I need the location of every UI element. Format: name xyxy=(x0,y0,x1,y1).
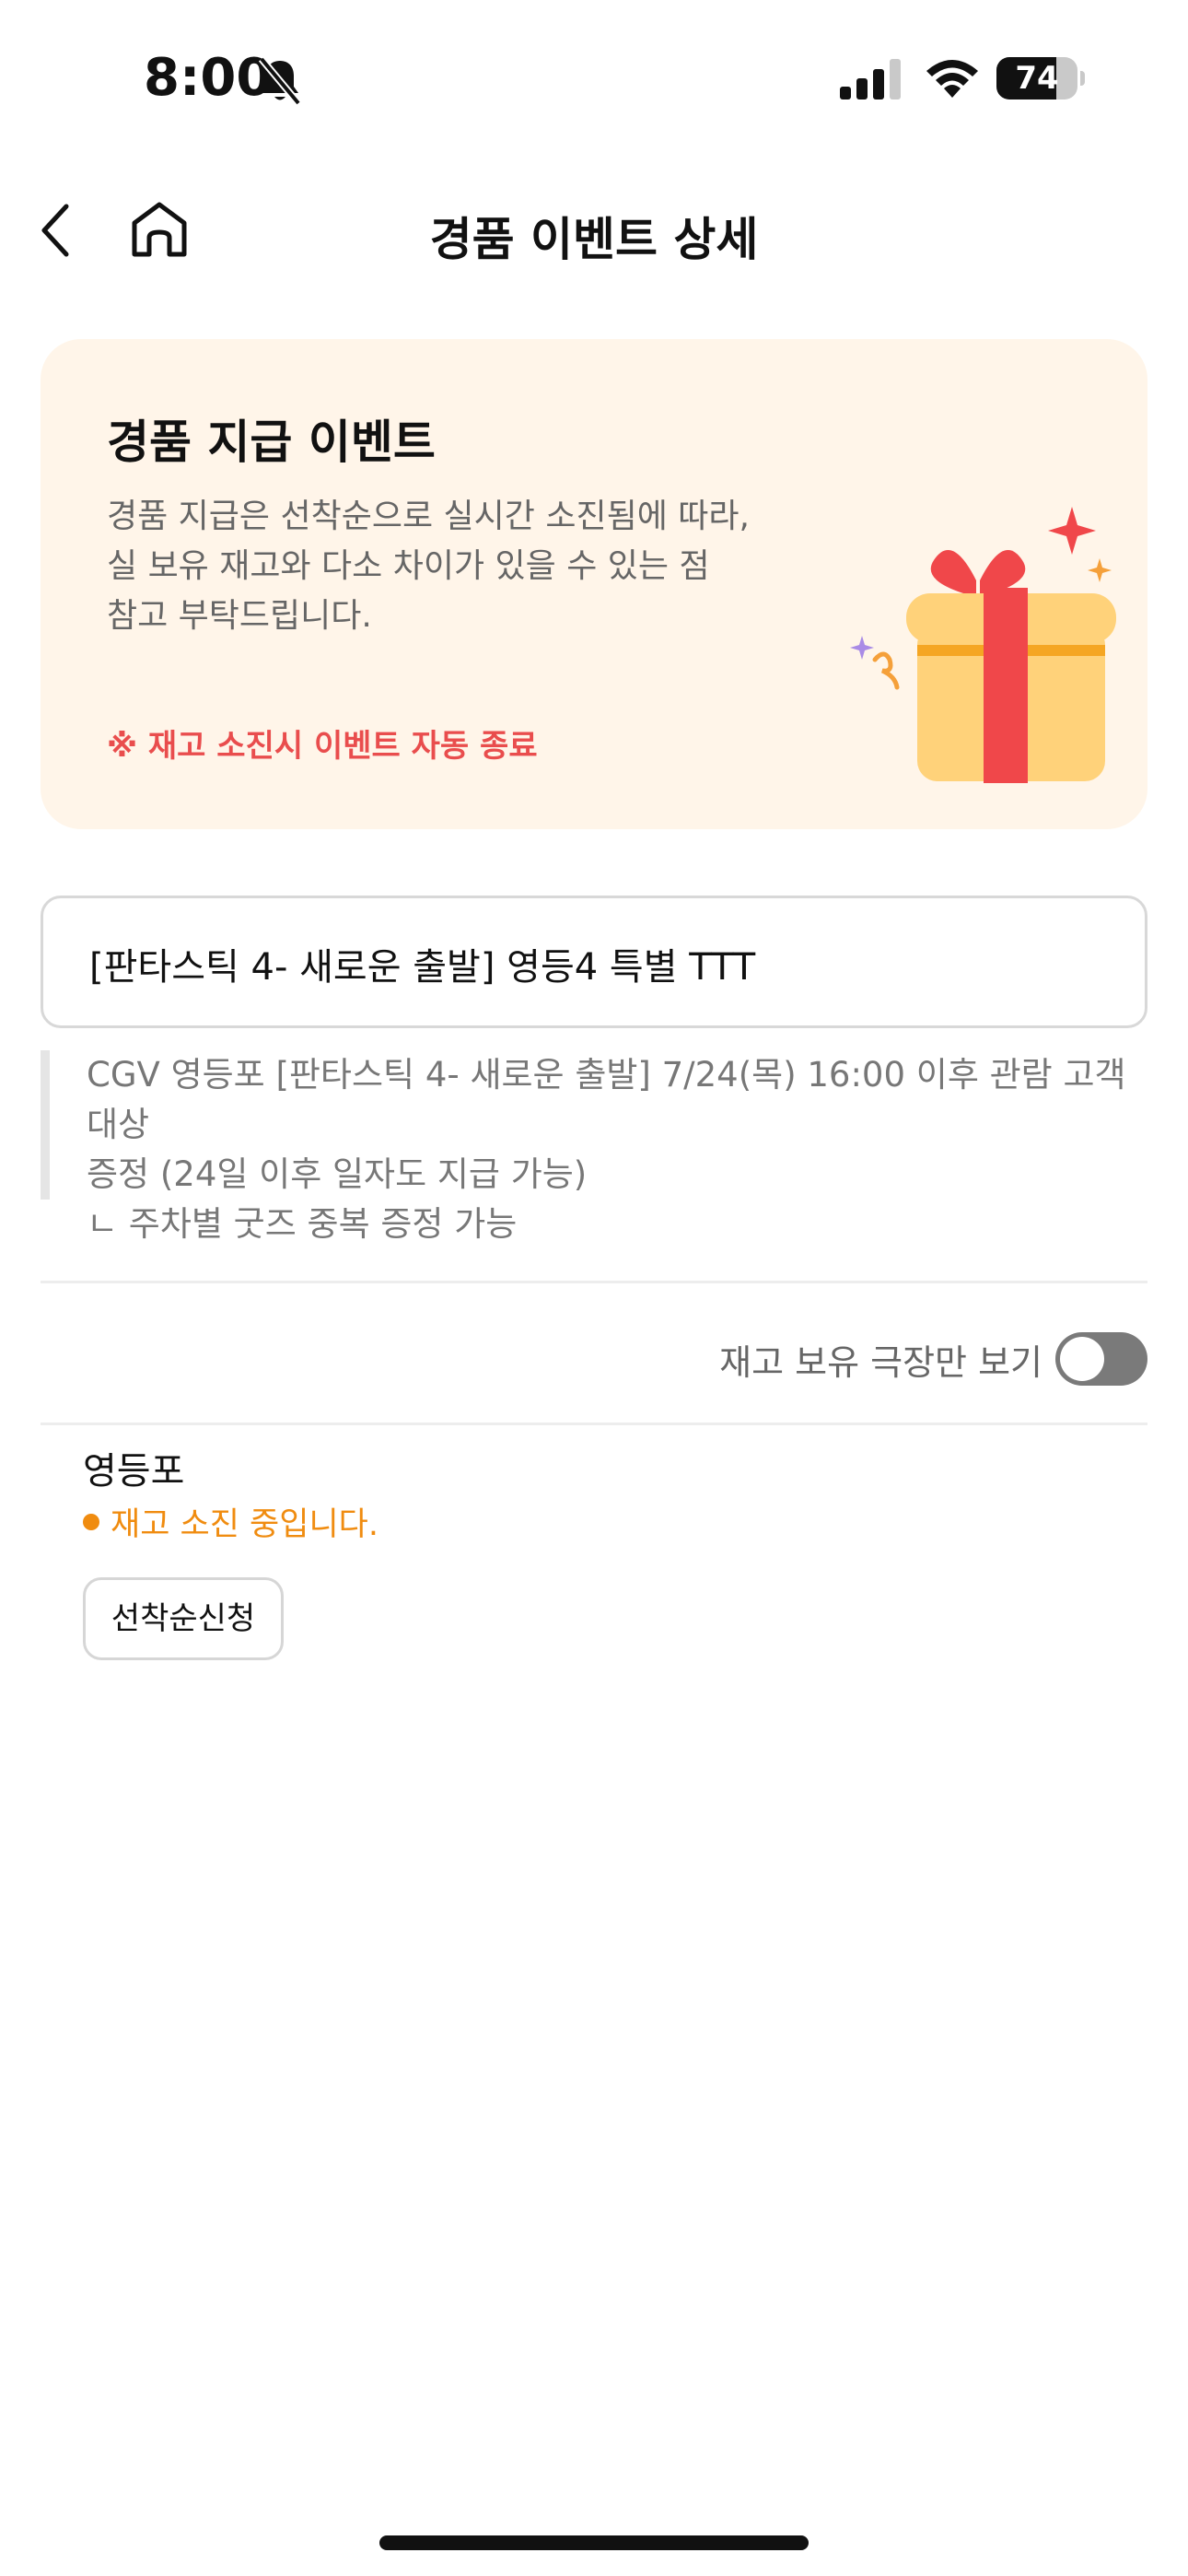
event-description-line: 증정 (24일 이후 일자도 지급 가능) xyxy=(87,1154,588,1194)
bell-slash-icon xyxy=(258,56,302,106)
navigation-bar: 경품 이벤트 상세 xyxy=(0,175,1188,286)
event-detail-screen: 8:00 74 경품 이벤트 상세 경품 지급 이벤트 경품 지급은 선착순으로… xyxy=(0,0,1188,2576)
list-divider xyxy=(41,1423,1147,1425)
gift-box-icon xyxy=(850,507,1116,783)
status-time: 8:00 xyxy=(144,48,273,108)
info-card-title: 경품 지급 이벤트 xyxy=(107,416,436,469)
theater-name: 영등포 xyxy=(83,1450,185,1493)
status-bar: 8:00 74 xyxy=(0,0,1188,157)
cellular-signal-icon xyxy=(840,59,901,100)
info-description-line: 실 보유 재고와 다소 차이가 있을 수 있는 점 xyxy=(107,547,710,585)
home-indicator[interactable] xyxy=(379,2535,809,2550)
page-title: 경품 이벤트 상세 xyxy=(429,213,759,266)
toggle-knob xyxy=(1060,1337,1104,1381)
stock-status: 재고 소진 중입니다. xyxy=(83,1498,379,1545)
event-description-line: ㄴ 주차별 굿즈 중복 증정 가능 xyxy=(87,1204,518,1244)
event-name: [판타스틱 4- 새로운 출발] 영등4 특별 TTT xyxy=(89,946,756,989)
info-description-line: 경품 지급은 선착순으로 실시간 소진됨에 따라, xyxy=(107,498,750,535)
stock-filter-label: 재고 보유 극장만 보기 xyxy=(719,1342,1042,1383)
event-description: CGV 영등포 [판타스틱 4- 새로운 출발] 7/24(목) 16:00 이… xyxy=(41,1050,1155,1244)
event-info-card: 경품 지급 이벤트 경품 지급은 선착순으로 실시간 소진됨에 따라, 실 보유… xyxy=(41,339,1147,829)
info-description-line: 참고 부탁드립니다. xyxy=(107,597,372,635)
info-card-description: 경품 지급은 선착순으로 실시간 소진됨에 따라, 실 보유 재고와 다소 차이… xyxy=(107,492,788,641)
event-name-box: [판타스틱 4- 새로운 출발] 영등4 특별 TTT xyxy=(41,896,1147,1028)
section-divider xyxy=(41,1281,1147,1283)
battery-percent: 74 xyxy=(1015,60,1059,97)
first-come-apply-button[interactable]: 선착순신청 xyxy=(83,1577,284,1660)
stock-filter-toggle[interactable] xyxy=(1055,1332,1147,1386)
wifi-icon xyxy=(926,60,978,98)
battery-icon: 74 xyxy=(996,57,1085,100)
stock-status-text: 재고 소진 중입니다. xyxy=(111,1506,379,1543)
stock-warning-text: ※ 재고 소진시 이벤트 자동 종료 xyxy=(107,728,538,765)
status-dot-icon xyxy=(83,1513,99,1530)
event-description-line: CGV 영등포 [판타스틱 4- 새로운 출발] 7/24(목) 16:00 이… xyxy=(87,1055,1126,1144)
